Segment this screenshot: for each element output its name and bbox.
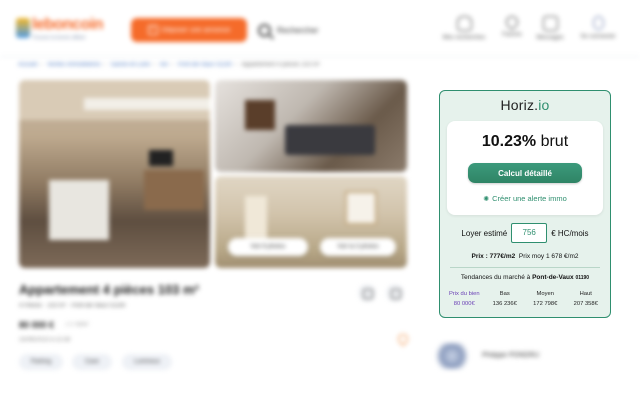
search-icon (258, 23, 271, 37)
see-photos-button[interactable]: Voir 8 photos (228, 238, 308, 256)
breadcrumb-item[interactable]: Ventes immobilières (47, 62, 101, 68)
horiz-logo[interactable]: Horiz.io (440, 97, 610, 113)
rent-row: Loyer estimé 756 € HC/mois (440, 222, 610, 244)
horiz-widget: Horiz.io 10.23% brut Calcul détaillé ✺ Cr… (439, 90, 611, 318)
heart-icon (503, 13, 521, 31)
trend-value: 136 236€ (492, 301, 517, 307)
nav-label: Messages (536, 35, 564, 41)
breadcrumb: Accueil › Ventes immobilières › Saône-et-L… (18, 62, 320, 68)
search-link[interactable]: Rechercher (258, 20, 348, 40)
create-alert-link[interactable]: ✺ Créer une alerte immo (447, 194, 603, 203)
plus-icon: + (147, 25, 158, 35)
virtual-visit-button[interactable]: Voir la 3 photos (320, 238, 396, 256)
feature-tag: Parking (19, 354, 63, 370)
photo-thumbnail[interactable] (215, 80, 407, 172)
breadcrumb-current: Appartement 4 pièces 103 m² (241, 62, 320, 68)
logo-tagline: Trouvez la bonne affaire (32, 35, 86, 41)
rent-unit: € HC/mois (551, 228, 589, 238)
location-pin-icon[interactable] (395, 331, 411, 347)
market-trend-table: Prix du bien 80 000€ Bas 136 236€ Moyen … (444, 289, 606, 309)
trend-zip: 01190 (575, 275, 590, 281)
logo-text: leboncoin (32, 16, 104, 33)
trend-col-average: Moyen 172 798€ (525, 289, 566, 309)
ad-subtitle: 4 Pièces · 103 m² · Pont-de-Vaux 01190 (19, 303, 126, 309)
yield-suffix: brut (540, 133, 569, 150)
breadcrumb-item[interactable]: Accueil (18, 62, 37, 68)
breadcrumb-item[interactable]: Ain (159, 62, 168, 68)
nav-label: Se connecter (580, 34, 616, 40)
yield-value: 10.23% (481, 133, 537, 150)
trend-col-low: Bas 136 236€ (485, 289, 526, 309)
trend-label: Haut (579, 291, 592, 297)
ad-title: Appartement 4 pièces 103 m² (19, 282, 199, 297)
avg-price-per-m2: Prix moy 1 678 €/m2 (518, 253, 579, 260)
yield-card: 10.23% brut Calcul détaillé ✺ Créer une a… (447, 121, 603, 215)
seller-logo[interactable] (432, 343, 472, 369)
logo-mark-icon (16, 18, 30, 38)
trend-label: Prix du bien (448, 291, 480, 297)
nav-label: Favoris (502, 32, 522, 38)
market-trend-title: Tendances du marché à Pont-de-Vaux 01190 (440, 274, 610, 281)
feature-tag: Cave (72, 354, 112, 370)
trend-value: 172 798€ (533, 301, 558, 307)
site-header: leboncoin Trouvez la bonne affaire + Dép… (0, 0, 640, 57)
site-logo[interactable]: leboncoin Trouvez la bonne affaire (14, 14, 118, 44)
ad-price: 80 000 € (19, 320, 55, 330)
nav-login[interactable]: Se connecter (570, 16, 626, 40)
rent-input[interactable]: 756 (511, 223, 548, 243)
main-photo[interactable] (19, 80, 210, 268)
price-per-m2: Prix : 777€/m2 (471, 253, 516, 260)
post-ad-label: Déposer une annonce (161, 26, 231, 34)
ad-date: 25/06/2023 à 11:58 (19, 337, 71, 343)
ad-price-note: 777 €/m² (65, 322, 89, 328)
bell-icon (456, 16, 472, 31)
divider (450, 267, 600, 268)
trend-label: Moyen (536, 291, 554, 297)
sparkle-icon: ✺ (483, 196, 490, 203)
seller-name[interactable]: Philippe PONDRU (482, 352, 539, 359)
share-button[interactable] (386, 284, 404, 302)
detailed-calc-button[interactable]: Calcul détaillé (468, 163, 582, 183)
breadcrumb-item[interactable]: Pont-de-Vaux 01190 (178, 62, 232, 68)
horiz-logo-main: Horiz. (500, 97, 539, 113)
gross-yield: 10.23% brut (447, 133, 603, 151)
chat-icon (542, 16, 558, 31)
rent-label: Loyer estimé (461, 228, 508, 238)
trend-value: 80 000€ (453, 301, 475, 307)
trend-value: 207 358€ (573, 301, 598, 307)
nav-label: Mes recherches (442, 35, 486, 41)
post-ad-button[interactable]: + Déposer une annonce (131, 18, 247, 42)
breadcrumb-item[interactable]: Saône-et-Loire (110, 62, 150, 68)
trend-city: Pont-de-Vaux (532, 274, 574, 281)
trend-label: Bas (499, 291, 510, 297)
favorite-button[interactable] (358, 284, 376, 302)
create-alert-label: Créer une alerte immo (492, 194, 567, 203)
price-per-m2-line: Prix : 777€/m2 Prix moy 1 678 €/m2 (440, 253, 610, 260)
feature-tag: Lumineux (122, 354, 172, 370)
trend-prefix: Tendances du marché à (460, 274, 531, 281)
trend-col-price: Prix du bien 80 000€ (444, 289, 485, 309)
search-label: Rechercher (277, 25, 319, 35)
user-icon (592, 16, 604, 30)
horiz-logo-accent: io (538, 97, 550, 113)
trend-col-high: Haut 207 358€ (566, 289, 607, 309)
